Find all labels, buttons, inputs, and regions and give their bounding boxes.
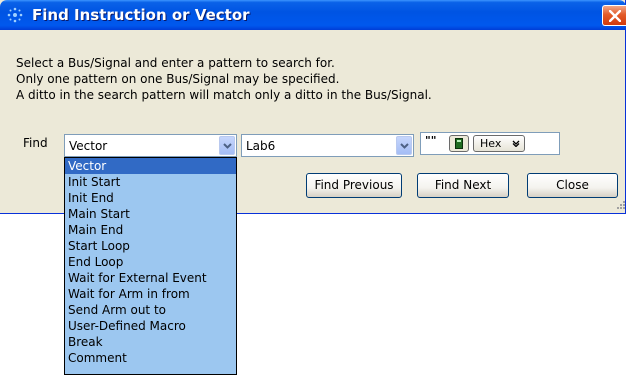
- dropdown-item[interactable]: Init Start: [65, 174, 236, 190]
- find-previous-button[interactable]: Find Previous: [306, 173, 402, 198]
- instructions-text: Select a Bus/Signal and enter a pattern …: [16, 55, 432, 103]
- dropdown-item[interactable]: Init End: [65, 190, 236, 206]
- find-label: Find: [23, 136, 48, 150]
- instruction-line: Select a Bus/Signal and enter a pattern …: [16, 56, 335, 70]
- number-base-select[interactable]: Hex: [473, 135, 525, 152]
- resize-grip-icon[interactable]: [616, 200, 625, 209]
- chevron-down-icon: [400, 143, 409, 149]
- pattern-editor-button[interactable]: [449, 135, 469, 152]
- chevron-down-icon: [223, 143, 232, 149]
- dropdown-item[interactable]: Main Start: [65, 206, 236, 222]
- close-icon: [609, 10, 621, 22]
- number-base-value: Hex: [480, 137, 502, 150]
- dropdown-item[interactable]: Wait for Arm in from: [65, 286, 236, 302]
- instruction-line: A ditto in the search pattern will match…: [16, 88, 432, 102]
- window-close-button[interactable]: [602, 5, 626, 26]
- dropdown-item[interactable]: Send Arm out to: [65, 302, 236, 318]
- dropdown-item[interactable]: Vector: [65, 158, 236, 174]
- window-title: Find Instruction or Vector: [32, 6, 250, 24]
- close-button[interactable]: Close: [527, 173, 618, 198]
- chevron-down-icon: [512, 140, 520, 147]
- bus-signal-dropdown-button[interactable]: [396, 136, 412, 155]
- dropdown-item[interactable]: Wait for External Event: [65, 270, 236, 286]
- find-type-select[interactable]: Vector: [64, 134, 237, 157]
- calculator-icon: [455, 138, 463, 149]
- dropdown-item[interactable]: Main End: [65, 222, 236, 238]
- find-type-value: Vector: [69, 139, 108, 153]
- pattern-value: "": [425, 134, 437, 147]
- dropdown-item[interactable]: Comment: [65, 350, 236, 366]
- find-type-dropdown-button[interactable]: [219, 136, 235, 155]
- instruction-line: Only one pattern on one Bus/Signal may b…: [16, 72, 340, 86]
- bus-signal-value: Lab6: [246, 139, 276, 153]
- dropdown-item[interactable]: User-Defined Macro: [65, 318, 236, 334]
- bus-signal-select[interactable]: Lab6: [241, 134, 414, 157]
- dropdown-item[interactable]: End Loop: [65, 254, 236, 270]
- app-sparkle-icon: [7, 7, 23, 23]
- pattern-input[interactable]: "" Hex: [420, 132, 560, 155]
- dropdown-item[interactable]: Start Loop: [65, 238, 236, 254]
- find-next-button[interactable]: Find Next: [417, 173, 509, 198]
- find-type-dropdown-list[interactable]: Vector Init Start Init End Main Start Main E…: [64, 157, 237, 375]
- title-bar[interactable]: Find Instruction or Vector: [0, 0, 626, 30]
- dropdown-item[interactable]: Break: [65, 334, 236, 350]
